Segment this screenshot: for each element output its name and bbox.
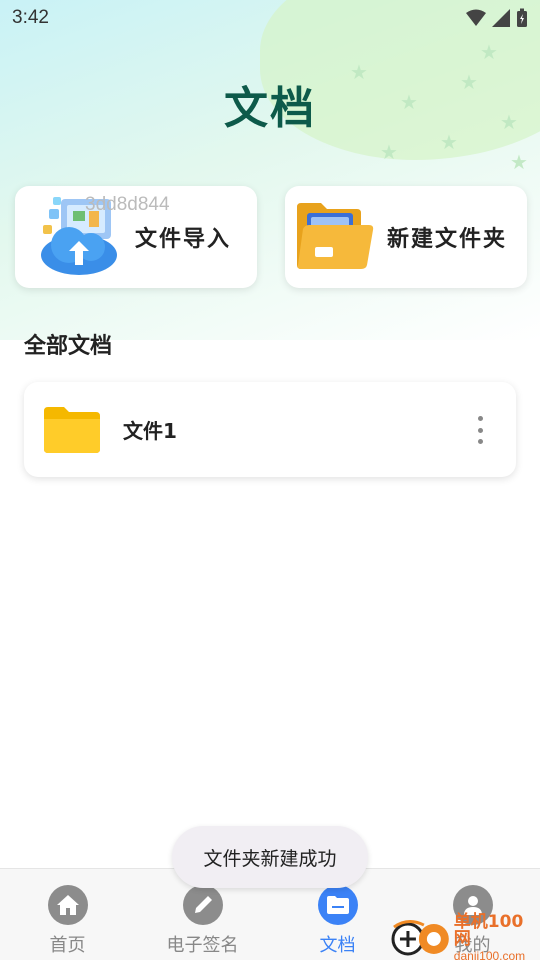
wifi-icon (466, 9, 486, 26)
folder-icon (297, 203, 374, 269)
home-icon (47, 885, 88, 925)
new-folder-button[interactable]: 新建文件夹 (285, 186, 527, 288)
site-logo-icon (391, 920, 449, 956)
watermark-text: 3dd8d844 (85, 194, 170, 215)
more-options-button[interactable] (472, 416, 488, 444)
battery-icon (517, 8, 527, 27)
tab-home[interactable]: 首页 (0, 869, 135, 960)
more-dot-icon (477, 427, 483, 433)
import-file-button[interactable]: 3dd8d844 文件导入 (15, 186, 257, 288)
file-list-item[interactable]: 文件1 (24, 382, 516, 477)
star-decoration: ★ (510, 150, 528, 174)
site-name: 单机100网 (453, 912, 524, 949)
tab-documents-label: 文档 (319, 935, 356, 956)
status-bar: 3:42 (0, 0, 540, 36)
more-dot-icon (477, 439, 483, 444)
folder-icon (44, 407, 100, 453)
header-background: ★ ★ ★ ★ ★ ★ ★ ★ (0, 0, 540, 340)
import-file-label: 文件导入 (135, 227, 232, 252)
status-icons (466, 8, 528, 28)
tab-home-label: 首页 (49, 935, 86, 956)
signal-icon (492, 9, 510, 27)
tab-signature-label: 电子签名 (166, 935, 239, 956)
toast-message: 文件夹新建成功 (172, 826, 368, 888)
section-title: 全部文档 (24, 334, 113, 359)
site-text: 单机100网 danji100.com (454, 914, 540, 960)
pen-icon (182, 885, 223, 925)
site-url: danji100.com (453, 949, 526, 960)
star-decoration: ★ (480, 40, 498, 64)
folder-icon (317, 885, 358, 925)
file-name: 文件1 (123, 419, 177, 443)
status-time: 3:42 (12, 7, 49, 28)
site-watermark-logo: 单机100网 danji100.com (390, 914, 540, 960)
star-decoration: ★ (380, 140, 398, 164)
new-folder-label: 新建文件夹 (387, 227, 508, 252)
page-title: 文档 (224, 83, 316, 134)
more-dot-icon (477, 416, 483, 421)
